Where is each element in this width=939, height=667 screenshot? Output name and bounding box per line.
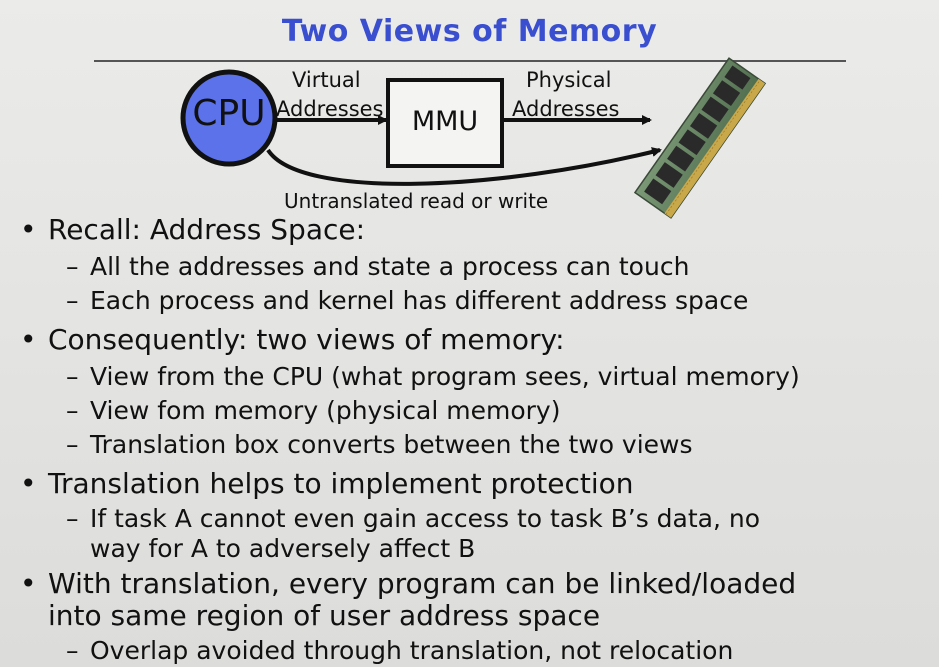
sub-bullet-text: If task A cannot even gain access to tas… xyxy=(90,504,761,533)
sub-bullet-text: View fom memory (physical memory) xyxy=(90,396,561,425)
dash-glyph: – xyxy=(66,396,79,425)
bullet-glyph: • xyxy=(20,567,37,600)
sub-bullet-text: Overlap avoided through translation, not… xyxy=(90,636,734,665)
bullet-with-translation: • With translation, every program can be … xyxy=(20,568,796,600)
bullet-text: With translation, every program can be l… xyxy=(48,567,797,600)
sub-bullet-text: View from the CPU (what program sees, vi… xyxy=(90,362,800,391)
dash-glyph: – xyxy=(66,504,79,533)
bullet-text: Translation helps to implement protectio… xyxy=(48,467,634,500)
bullet-text: Consequently: two views of memory: xyxy=(48,323,565,356)
sub-bullet-text: Translation box converts between the two… xyxy=(90,430,693,459)
mmu-label: MMU xyxy=(411,106,479,137)
bullet-text: Recall: Address Space: xyxy=(48,213,366,246)
cpu-label: CPU xyxy=(192,93,266,134)
dash-glyph: – xyxy=(66,636,79,665)
bullet-glyph: • xyxy=(20,213,37,246)
sub-bullet-text: Each process and kernel has different ad… xyxy=(90,286,749,315)
bullet-glyph: • xyxy=(20,467,37,500)
virtual-label-line1: Virtual xyxy=(292,68,361,92)
memory-module-icon xyxy=(633,57,767,219)
sub-bullet: – Translation box converts between the tw… xyxy=(66,430,693,460)
sub-bullet: – View fom memory (physical memory) xyxy=(66,396,560,426)
bullet-consequently: • Consequently: two views of memory: xyxy=(20,324,565,356)
bullet-continuation: into same region of user address space xyxy=(48,599,601,632)
dash-glyph: – xyxy=(66,252,79,281)
sub-bullet: – Each process and kernel has different a… xyxy=(66,286,748,316)
slide: Two Views of Memory CPU MMU Virtual Addr… xyxy=(0,0,939,667)
physical-label-line1: Physical xyxy=(526,68,612,92)
sub-bullet-text: All the addresses and state a process ca… xyxy=(90,252,690,281)
bullet-translation: • Translation helps to implement protecti… xyxy=(20,468,633,500)
untranslated-label: Untranslated read or write xyxy=(284,189,549,213)
sub-bullet: – View from the CPU (what program sees, v… xyxy=(66,362,800,392)
dash-glyph: – xyxy=(66,362,79,391)
sub-bullet: – All the addresses and state a process c… xyxy=(66,252,689,282)
sub-bullet: – If task A cannot even gain access to ta… xyxy=(66,504,760,534)
dash-glyph: – xyxy=(66,430,79,459)
virtual-label-line2: Addresses xyxy=(276,97,384,121)
sub-bullet: – Overlap avoided through translation, no… xyxy=(66,636,733,666)
dash-glyph: – xyxy=(66,286,79,315)
bullet-recall: • Recall: Address Space: xyxy=(20,214,365,246)
memory-diagram: CPU MMU Virtual Addresses Physical Addre… xyxy=(0,0,939,220)
sub-bullet-continuation: way for A to adversely affect B xyxy=(90,534,476,563)
physical-label-line2: Addresses xyxy=(512,97,620,121)
bullet-glyph: • xyxy=(20,323,37,356)
